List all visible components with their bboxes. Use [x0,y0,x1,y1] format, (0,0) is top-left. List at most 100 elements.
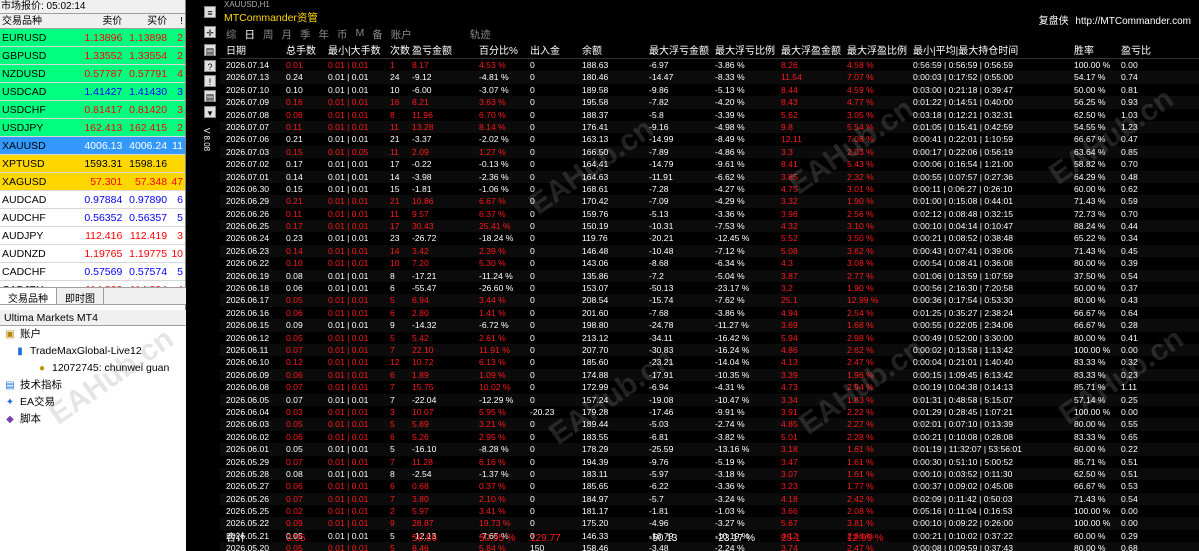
stats-row[interactable]: 2026.07.13 0.24 0.01 | 0.01 24 -9.12 -4.81 % 0… [220,71,1199,84]
stats-row[interactable]: 2026.06.17 0.05 0.01 | 0.01 5 6.94 3.44 % 0 208… [220,294,1199,307]
stats-row[interactable]: 2026.06.30 0.15 0.01 | 0.01 15 -1.81 -1.06 % 0… [220,183,1199,195]
stats-row[interactable]: 2026.06.03 0.05 0.01 | 0.01 5 5.89 3.21 % 0 189… [220,418,1199,431]
replay-label[interactable]: 复盘侠 [1039,16,1069,27]
stats-row[interactable]: 2026.06.18 0.06 0.01 | 0.01 6 -55.47 -26.60 %… [220,282,1199,294]
period-tab[interactable]: 周 [263,27,274,41]
nav-server[interactable]: ▮ TradeMaxGlobal-Live12 [0,343,186,360]
col-spread[interactable]: ! [170,14,185,28]
quote-row[interactable]: EURUSD 1.13896 1.13898 2 [0,29,185,47]
col-header[interactable]: 最小|大手数 [328,45,390,58]
period-tab[interactable]: 日 [245,27,256,41]
col-header[interactable]: 出入金 [530,45,582,58]
period-tab[interactable]: M [356,27,365,41]
stats-row[interactable]: 2026.06.09 0.06 0.01 | 0.01 6 1.89 1.09 % 0 174… [220,368,1199,382]
period-tab[interactable]: 月 [282,27,293,41]
stats-row[interactable]: 2026.06.19 0.08 0.01 | 0.01 8 -17.21 -11.24 %… [220,269,1199,283]
col-header[interactable]: 最大浮盈金额 [781,45,847,58]
panel-icon[interactable]: ▤ [204,44,216,56]
nav-indicators[interactable]: ▤ 技术指标 [0,377,186,394]
stats-row[interactable]: 2026.05.27 0.06 0.01 | 0.01 6 0.68 0.37 % 0 185… [220,480,1199,492]
crosshair-icon[interactable]: ✛ [204,26,216,38]
col-header[interactable]: 总手数 [286,45,328,58]
nav-accounts[interactable]: ▣ 账户 [0,326,186,343]
period-tab[interactable]: 季 [300,27,311,41]
quote-row[interactable]: GBPUSD 1.33552 1.33554 2 [0,47,185,65]
stats-cell: 2026.07.02 [226,159,270,170]
tab-tick-chart[interactable]: 即时图 [57,288,104,305]
col-ask[interactable]: 买价 [125,14,170,28]
col-bid[interactable]: 卖价 [73,14,126,28]
col-header[interactable]: 胜率 [1074,45,1121,58]
quote-row[interactable]: USDCAD 1.41427 1.41430 3 [0,83,185,101]
stats-row[interactable]: 2026.07.01 0.14 0.01 | 0.01 14 -3.98 -2.36 % 0… [220,170,1199,183]
chart-menu-icon[interactable]: ≡ [204,6,216,18]
stats-row[interactable]: 2026.06.23 0.14 0.01 | 0.01 14 3.42 2.39 % 0 14… [220,244,1199,258]
col-header[interactable]: 次数 [390,45,412,58]
quote-row[interactable]: USDJPY 162.413 162.415 2 [0,119,185,137]
quote-row[interactable]: XAUUSD 4006.13 4006.24 11 [0,137,185,155]
col-header[interactable]: 盈亏金额 [412,45,479,58]
quote-row[interactable]: NZDUSD 0.57787 0.57791 4 [0,65,185,83]
stats-row[interactable]: 2026.06.24 0.23 0.01 | 0.01 23 -26.72 -18.24 … [220,232,1199,244]
col-header[interactable]: 最大浮盈比例 [847,45,913,58]
stats-row[interactable]: 2026.07.03 0.15 0.01 | 0.05 11 2.09 1.27 % 0 16… [220,145,1199,159]
stats-row[interactable]: 2026.07.07 0.11 0.01 | 0.01 11 13.28 8.14 % 0 1… [220,120,1199,134]
stats-row[interactable]: 2026.07.08 0.08 0.01 | 0.01 8 11.96 6.70 % 0 18… [220,109,1199,121]
stats-row[interactable]: 2026.06.29 0.21 0.01 | 0.01 21 10.86 6.67 % 0 1… [220,195,1199,208]
stats-row[interactable]: 2026.07.09 0.16 0.01 | 0.01 16 8.21 3.63 % 0 19… [220,96,1199,109]
stats-row[interactable]: 2026.06.10 0.12 0.01 | 0.01 12 10.72 6.13 % 0 1… [220,356,1199,368]
col-header[interactable]: 最小|平均|最大持仓时间 [913,45,1074,58]
stats-row[interactable]: 2026.05.29 0.07 0.01 | 0.01 7 11.28 6.16 % 0 19… [220,456,1199,468]
period-tab[interactable]: 轨迹 [470,27,491,41]
col-header[interactable]: 百分比% [479,45,530,58]
panel2-icon[interactable]: ▤ [204,90,216,102]
nav-account[interactable]: ● 12072745: chunwei guan [0,360,186,377]
stats-row[interactable]: 2026.06.15 0.09 0.01 | 0.01 9 -14.32 -6.72 % 0… [220,319,1199,332]
stats-row[interactable]: 2026.06.08 0.07 0.01 | 0.01 7 15.75 10.02 % 0 1… [220,381,1199,393]
info-icon[interactable]: ! [204,75,216,87]
stats-row[interactable]: 2026.06.26 0.11 0.01 | 0.01 11 9.57 6.37 % 0 15… [220,208,1199,220]
quote-row[interactable]: AUDNZD 1.19765 1.19775 10 [0,245,185,263]
quote-row[interactable]: USDCHF 0.81417 0.81420 3 [0,101,185,119]
stats-row[interactable]: 2026.05.25 0.02 0.01 | 0.01 2 5.97 3.41 % 0 181… [220,505,1199,517]
stats-row[interactable]: 2026.06.04 0.03 0.01 | 0.01 3 10.07 5.95 % -20… [220,406,1199,418]
quote-row[interactable]: XPTUSD 1593.31 1598.16 [0,155,185,173]
stats-row[interactable]: 2026.06.12 0.05 0.01 | 0.01 5 5.42 2.61 % 0 213… [220,332,1199,344]
help-icon[interactable]: ? [204,60,216,72]
stats-row[interactable]: 2026.05.22 0.09 0.01 | 0.01 9 28.87 19.73 % 0 1… [220,517,1199,530]
quote-row[interactable]: CADCHF 0.57569 0.57574 5 [0,263,185,281]
period-tab[interactable]: 年 [319,27,330,41]
quote-row[interactable]: AUDJPY 112.416 112.419 3 [0,227,185,245]
col-header[interactable]: 余额 [582,45,649,58]
stats-row[interactable]: 2026.05.28 0.08 0.01 | 0.01 8 -2.54 -1.37 % 0 1… [220,467,1199,481]
tab-symbols[interactable]: 交易品种 [0,288,57,305]
stats-row[interactable]: 2026.06.22 0.10 0.01 | 0.01 10 7.20 5.30 % 0 14… [220,257,1199,269]
col-header[interactable]: 日期 [220,45,286,58]
nav-scripts[interactable]: ◆ 脚本 [0,411,186,428]
stats-row[interactable]: 2026.07.14 0.01 0.01 | 0.01 1 8.17 4.53 % 0 188… [220,59,1199,71]
period-tab[interactable]: 备 [372,27,383,41]
quote-row[interactable]: XAGUSD 57.301 57.348 47 [0,173,185,191]
stats-row[interactable]: 2026.06.16 0.06 0.01 | 0.01 6 2.80 1.41 % 0 201… [220,307,1199,319]
stats-row[interactable]: 2026.06.01 0.05 0.01 | 0.01 5 -16.10 -8.28 % 0… [220,443,1199,456]
nav-ea[interactable]: ✦ EA交易 [0,394,186,411]
stats-row[interactable]: 2026.06.02 0.06 0.01 | 0.01 6 5.26 2.95 % 0 183… [220,431,1199,443]
col-symbol[interactable]: 交易品种 [0,14,73,28]
stats-row[interactable]: 2026.07.10 0.10 0.01 | 0.01 10 -6.00 -3.07 % 0… [220,84,1199,96]
arrow-down-icon[interactable]: ▾ [204,106,216,118]
stats-row[interactable]: 2026.07.06 0.21 0.01 | 0.01 21 -3.37 -2.02 % 0… [220,133,1199,145]
col-header[interactable]: 盈亏比 [1121,45,1161,58]
period-tab[interactable]: 综 [226,27,237,41]
stats-row[interactable]: 2026.05.26 0.07 0.01 | 0.01 7 3.80 2.10 % 0 184… [220,492,1199,506]
col-header[interactable]: 最大浮亏比例 [715,45,781,58]
site-link[interactable]: http://MTCommander.com [1075,16,1191,27]
stats-row[interactable]: 2026.06.11 0.07 0.01 | 0.01 7 22.10 11.91 % 0 2… [220,343,1199,357]
stats-row[interactable]: 2026.07.02 0.17 0.01 | 0.01 17 -0.22 -0.13 % 0… [220,158,1199,170]
period-tab[interactable]: 币 [337,27,348,41]
quote-row[interactable]: AUDCAD 0.97884 0.97890 6 [0,191,185,209]
stats-row[interactable]: 2026.06.05 0.07 0.01 | 0.01 7 -22.04 -12.29 %… [220,393,1199,406]
quote-row[interactable]: AUDCHF 0.56352 0.56357 5 [0,209,185,227]
period-tab[interactable]: 账户 [391,27,412,41]
stats-row[interactable]: 2026.06.25 0.17 0.01 | 0.01 17 30.43 25.41 % 0… [220,220,1199,233]
col-header[interactable]: 最大浮亏金额 [649,45,715,58]
